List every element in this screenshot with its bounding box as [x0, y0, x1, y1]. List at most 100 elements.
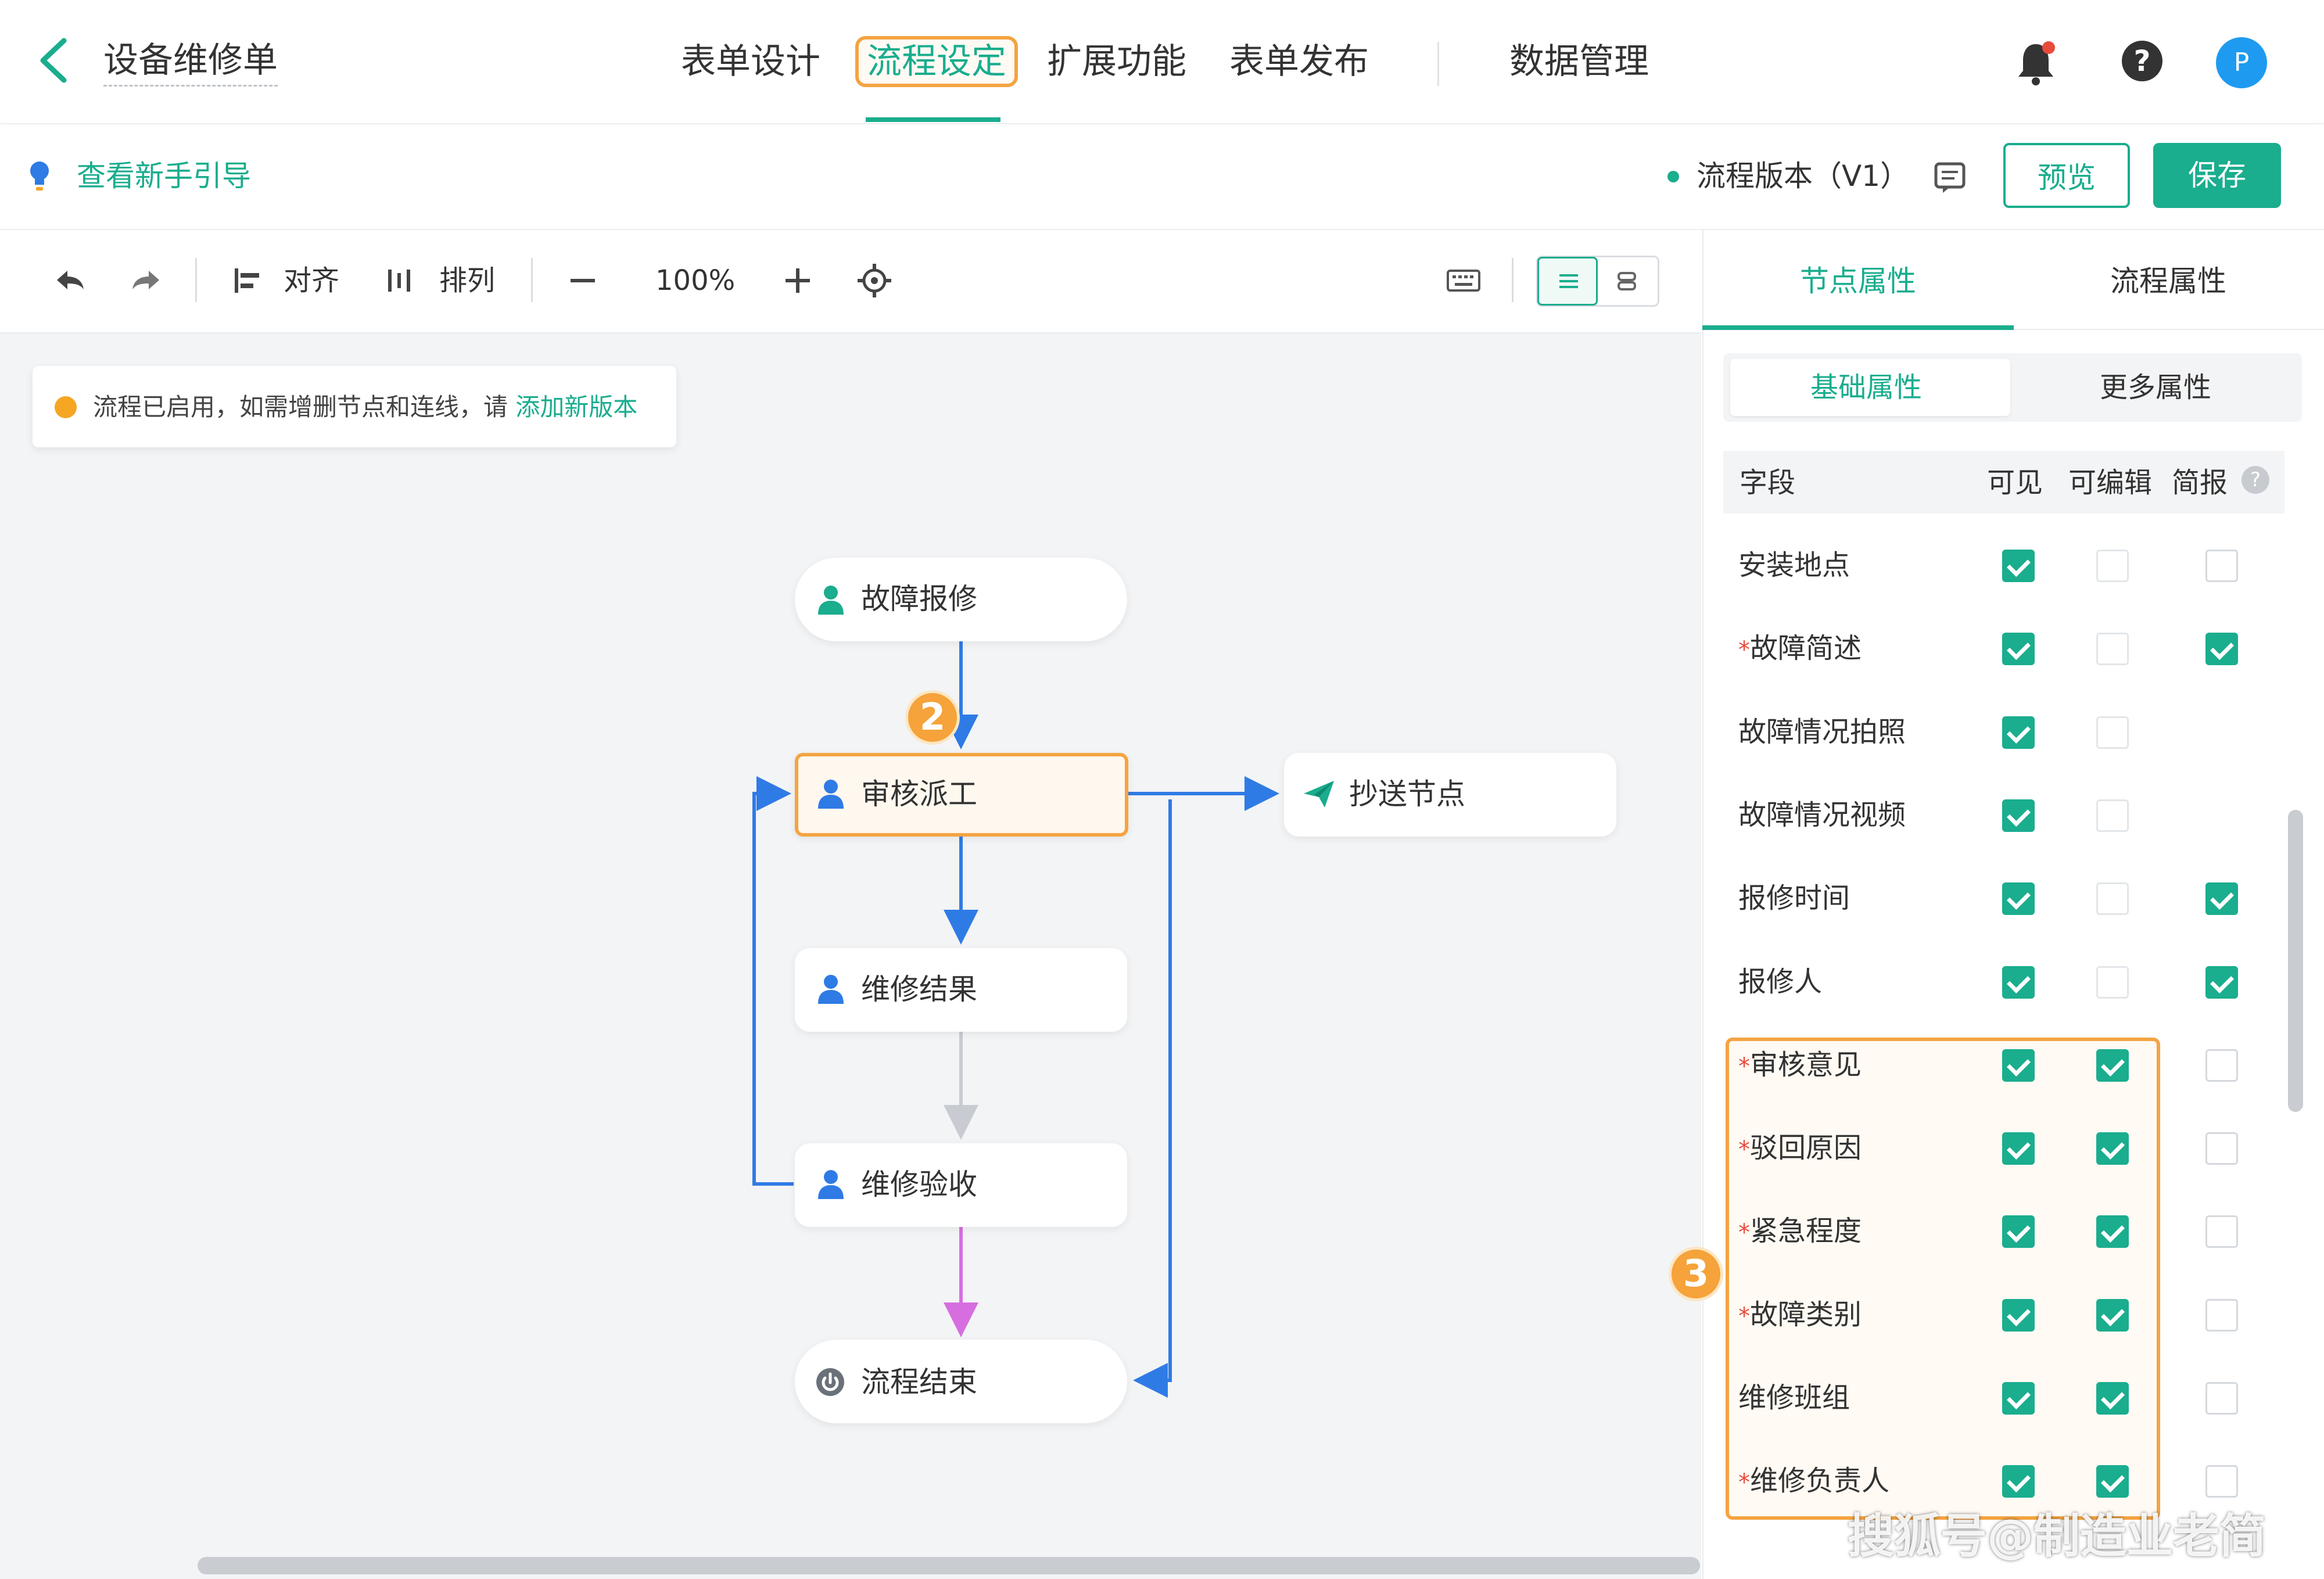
editable-checkbox[interactable] [2096, 1132, 2129, 1165]
field-name: 故障类别 [1750, 1298, 1862, 1331]
editable-checkbox[interactable] [2096, 1049, 2129, 1082]
required-mark: * [1738, 1053, 1750, 1080]
field-name: 紧急程度 [1750, 1215, 1862, 1247]
save-button[interactable]: 保存 [2153, 143, 2281, 208]
panel-tab-underline [1702, 325, 2014, 330]
node-label-cc: 抄送节点 [1349, 777, 1465, 811]
field-name: 驳回原因 [1750, 1132, 1862, 1164]
applicant-icon [818, 586, 844, 615]
field-name: 报修人 [1738, 966, 1823, 998]
segment-more[interactable]: 更多属性 [2100, 367, 2211, 408]
brief-checkbox[interactable] [2205, 1132, 2238, 1165]
editable-checkbox[interactable] [2096, 550, 2129, 582]
visible-checkbox[interactable] [2002, 716, 2035, 749]
avatar[interactable]: P [2216, 37, 2267, 88]
editable-checkbox[interactable] [2096, 799, 2129, 832]
vertical-scrollbar[interactable] [2288, 810, 2303, 1112]
col-field: 字段 [1740, 466, 1796, 499]
visible-checkbox[interactable] [2002, 1299, 2035, 1332]
required-mark: * [1738, 1469, 1750, 1496]
visible-checkbox[interactable] [2002, 799, 2035, 832]
node-label-review: 审核派工 [861, 777, 977, 811]
brief-checkbox[interactable] [2205, 1299, 2238, 1332]
node-label-result: 维修结果 [861, 972, 977, 1006]
field-label: 故障情况拍照 [1738, 712, 1906, 752]
handler-icon [818, 975, 844, 1004]
brief-checkbox[interactable] [2205, 966, 2238, 999]
field-name: 维修负责人 [1750, 1465, 1890, 1497]
editable-checkbox[interactable] [2096, 1465, 2129, 1498]
comment-icon[interactable] [1932, 160, 1967, 195]
field-label: 报修人 [1738, 961, 1822, 1002]
brief-checkbox[interactable] [2205, 1215, 2238, 1248]
acceptor-icon [818, 1170, 844, 1199]
field-label: *维修负责人 [1738, 1460, 1889, 1503]
col-editable: 可编辑 [2068, 466, 2153, 499]
visible-checkbox[interactable] [2002, 633, 2035, 665]
tab-node-properties[interactable]: 节点属性 [1800, 260, 1916, 302]
visible-checkbox[interactable] [2002, 1215, 2035, 1248]
brief-checkbox[interactable] [2205, 1465, 2238, 1498]
annotation-badge-2: 2 [905, 690, 960, 745]
field-name: 安装地点 [1738, 549, 1850, 582]
editable-checkbox[interactable] [2096, 633, 2129, 665]
field-label: 安装地点 [1738, 545, 1850, 586]
help-circle-icon[interactable]: ? [2241, 466, 2269, 494]
required-mark: * [1738, 1303, 1750, 1330]
send-icon [1304, 781, 1334, 808]
brief-checkbox[interactable] [2205, 550, 2238, 582]
visible-checkbox[interactable] [2002, 882, 2035, 915]
editable-checkbox[interactable] [2096, 1215, 2129, 1248]
editable-checkbox[interactable] [2096, 1299, 2129, 1332]
visible-checkbox[interactable] [2002, 966, 2035, 999]
brief-checkbox[interactable] [2205, 1049, 2238, 1082]
visible-checkbox[interactable] [2002, 1132, 2035, 1165]
field-label: *故障简述 [1738, 628, 1862, 670]
segment-basic[interactable]: 基础属性 [1810, 367, 1922, 408]
field-label: *审核意见 [1738, 1045, 1862, 1087]
field-label: *驳回原因 [1738, 1128, 1862, 1170]
field-name: 报修时间 [1738, 882, 1850, 914]
required-mark: * [1738, 1219, 1750, 1246]
field-name: 故障情况拍照 [1738, 716, 1906, 748]
help-icon[interactable]: ? [2122, 41, 2162, 81]
editable-checkbox[interactable] [2096, 966, 2129, 999]
field-label: *故障类别 [1738, 1294, 1862, 1337]
node-label-report: 故障报修 [861, 582, 977, 616]
col-visible: 可见 [1987, 466, 2043, 499]
edge-accept-review [752, 776, 794, 1186]
brief-checkbox[interactable] [2205, 882, 2238, 915]
watermark: 搜狐号@制造业老简 [1848, 1509, 2266, 1563]
editable-checkbox[interactable] [2096, 716, 2129, 749]
process-version[interactable]: 流程版本（V1） [1697, 156, 1909, 196]
brief-checkbox[interactable] [2205, 633, 2238, 665]
visible-checkbox[interactable] [2002, 1382, 2035, 1415]
col-brief: 简报 [2172, 466, 2228, 499]
node-label-accept: 维修验收 [861, 1168, 977, 1201]
bell-icon[interactable] [2015, 40, 2057, 86]
field-name: 故障情况视频 [1738, 799, 1906, 831]
visible-checkbox[interactable] [2002, 1049, 2035, 1082]
brief-checkbox[interactable] [2205, 1382, 2238, 1415]
visible-checkbox[interactable] [2002, 550, 2035, 582]
field-label: *紧急程度 [1738, 1211, 1862, 1253]
node-label-end: 流程结束 [861, 1365, 977, 1399]
tab-process-properties[interactable]: 流程属性 [2110, 260, 2226, 302]
field-name: 故障简述 [1750, 632, 1862, 665]
horizontal-scrollbar[interactable] [198, 1557, 1700, 1574]
edge-review-end [1133, 799, 1172, 1398]
field-label: 故障情况视频 [1738, 795, 1906, 835]
editable-checkbox[interactable] [2096, 1382, 2129, 1415]
field-label: 报修时间 [1738, 878, 1850, 918]
annotation-badge-3: 3 [1669, 1247, 1723, 1301]
visible-checkbox[interactable] [2002, 1465, 2035, 1498]
approver-icon [818, 780, 844, 809]
field-name: 审核意见 [1750, 1049, 1862, 1081]
preview-button[interactable]: 预览 [2003, 143, 2130, 208]
highlight-editable-fields [1726, 1038, 2160, 1520]
required-mark: * [1738, 637, 1750, 663]
power-icon [816, 1368, 844, 1396]
editable-checkbox[interactable] [2096, 882, 2129, 915]
required-mark: * [1738, 1136, 1750, 1163]
field-name: 维修班组 [1738, 1381, 1850, 1414]
